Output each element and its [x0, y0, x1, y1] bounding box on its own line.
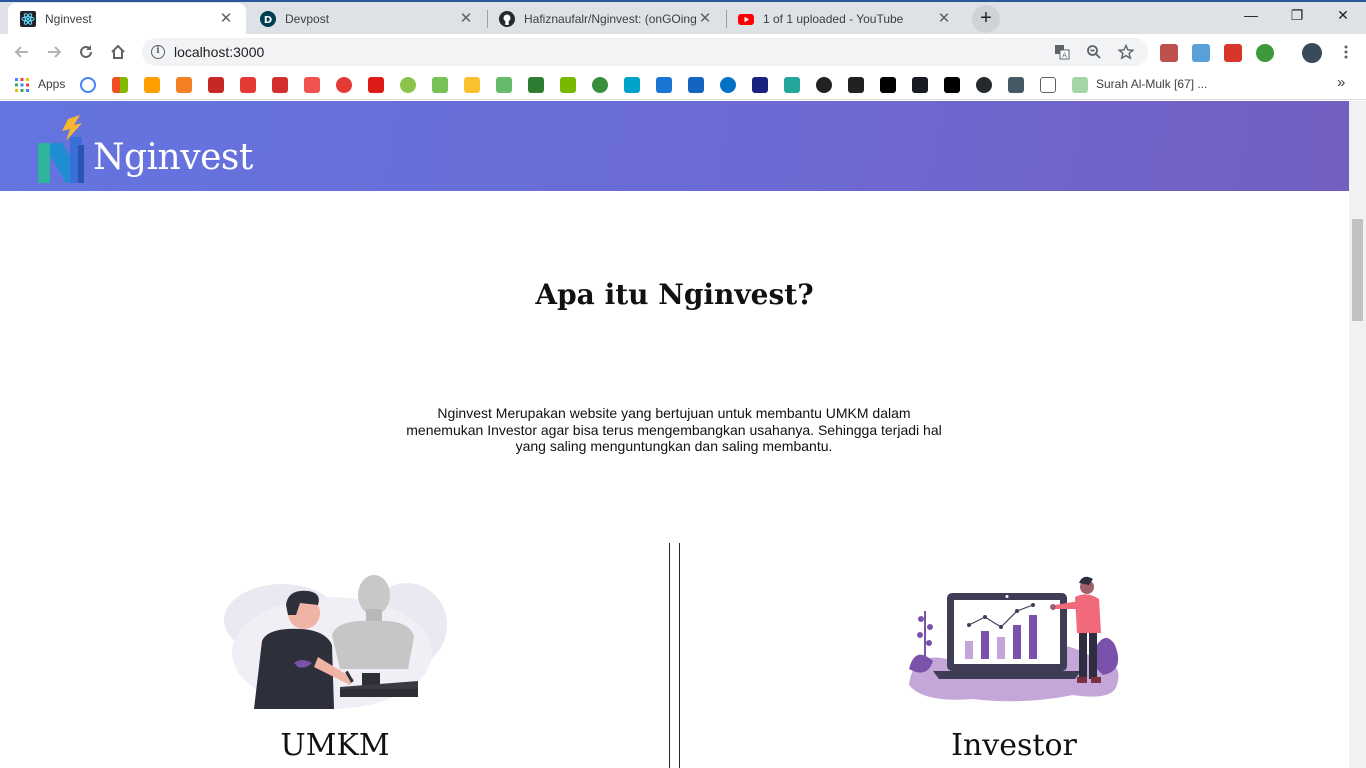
extension-icon[interactable] [1192, 44, 1210, 62]
react-icon [20, 10, 36, 27]
bookmarks-bar: Apps Surah Al-Mulk [67] ... » [0, 70, 1366, 100]
bookmark-icon[interactable] [496, 77, 512, 93]
bookmark-surah[interactable]: Surah Al-Mulk [67] ... [1096, 77, 1207, 91]
new-tab-button[interactable]: + [972, 5, 1000, 33]
bookmark-icon[interactable] [208, 77, 224, 93]
section-divider [679, 543, 680, 768]
tab-youtube[interactable]: 1 of 1 uploaded - YouTube ✕ [726, 3, 964, 34]
forward-button[interactable] [40, 38, 68, 66]
bookmark-icon[interactable] [784, 77, 800, 93]
bookmark-star-icon[interactable] [1118, 44, 1134, 60]
extension-icon[interactable] [1224, 44, 1242, 62]
investor-chart-illustration [909, 576, 1119, 702]
github-icon[interactable] [976, 77, 992, 93]
steam-icon[interactable] [912, 77, 928, 93]
devpost-icon: D [260, 10, 276, 27]
about-title: Apa itu Nginvest? [535, 278, 814, 311]
svg-text:D: D [264, 15, 272, 26]
bookmark-icon[interactable] [1072, 77, 1088, 93]
nginvest-logo-icon [38, 115, 84, 183]
tab-devpost[interactable]: D Devpost ✕ [248, 3, 486, 34]
section-divider [669, 543, 670, 768]
bookmark-icon[interactable] [944, 77, 960, 93]
jetbrains-icon[interactable] [880, 77, 896, 93]
page-viewport: Nginvest Apa itu Nginvest? Nginvest Meru… [0, 101, 1349, 768]
nvidia-icon[interactable] [560, 77, 576, 93]
home-button[interactable] [104, 38, 132, 66]
bookmark-icon[interactable] [528, 77, 544, 93]
section-umkm-label: UMKM [280, 728, 390, 763]
zoom-icon[interactable] [1086, 44, 1102, 60]
artist-sculpting-illustration [224, 575, 447, 709]
tab-title: Hafiznaufalr/Nginvest: (onGOing [524, 11, 697, 26]
tab-title: Nginvest [45, 11, 92, 26]
apps-grid-icon[interactable] [14, 77, 30, 93]
vertical-scrollbar[interactable] [1349, 101, 1366, 768]
bookmark-icon[interactable] [688, 77, 704, 93]
tab-title: 1 of 1 uploaded - YouTube [763, 11, 904, 26]
restore-button[interactable]: ❐ [1274, 0, 1320, 30]
extension-icon[interactable] [1256, 44, 1274, 62]
docs-icon[interactable] [656, 77, 672, 93]
header-banner: Nginvest [0, 101, 1349, 191]
arrow-left-icon [14, 46, 28, 58]
intel-icon[interactable] [720, 77, 736, 93]
youtube-icon [738, 11, 754, 27]
android-icon[interactable] [432, 77, 448, 93]
minimize-button[interactable]: — [1228, 0, 1274, 30]
bookmark-icon[interactable] [240, 77, 256, 93]
reload-button[interactable] [72, 38, 100, 66]
address-bar[interactable]: i localhost:3000 A [142, 38, 1148, 66]
bookmark-icon[interactable] [848, 77, 864, 93]
close-tab-icon[interactable]: ✕ [697, 10, 713, 27]
close-tab-icon[interactable]: ✕ [458, 10, 474, 27]
home-icon [111, 44, 125, 59]
stackoverflow-icon[interactable] [176, 77, 192, 93]
bookmark-icon[interactable] [400, 77, 416, 93]
bookmark-icon[interactable] [304, 77, 320, 93]
tab-strip: Nginvest ✕ D Devpost ✕ Hafiznaufalr/Ngin… [0, 0, 1366, 34]
bookmark-icon[interactable] [624, 77, 640, 93]
arrow-right-icon [48, 46, 62, 58]
section-investor-label: Investor [951, 728, 1077, 763]
profile-avatar[interactable] [1302, 43, 1322, 63]
bookmark-apps[interactable]: Apps [38, 77, 65, 91]
bookmarks-overflow-button[interactable]: » [1337, 74, 1345, 91]
page-icon[interactable] [1040, 77, 1056, 93]
close-window-button[interactable]: ✕ [1320, 0, 1366, 30]
brand-name: Nginvest [93, 137, 253, 178]
svg-text:A: A [1062, 52, 1067, 60]
google-icon[interactable] [80, 77, 96, 93]
more-vertical-icon [1344, 45, 1348, 59]
browser-toolbar: i localhost:3000 A [0, 34, 1366, 70]
close-tab-icon[interactable]: ✕ [218, 10, 234, 27]
close-tab-icon[interactable]: ✕ [936, 10, 952, 27]
bookmark-icon[interactable] [272, 77, 288, 93]
microsoft-icon[interactable] [112, 77, 128, 93]
github-icon [499, 10, 515, 27]
bookmark-icon[interactable] [464, 77, 480, 93]
bookmark-icon[interactable] [752, 77, 768, 93]
tab-title: Devpost [285, 11, 330, 26]
bookmark-icon[interactable] [1008, 77, 1024, 93]
site-info-icon[interactable]: i [151, 45, 165, 59]
bookmark-icon[interactable] [592, 77, 608, 93]
scrollbar-thumb[interactable] [1352, 219, 1363, 321]
reload-icon [80, 45, 92, 58]
translate-icon[interactable]: A [1054, 44, 1070, 60]
tab-nginvest[interactable]: Nginvest ✕ [8, 3, 246, 34]
back-button[interactable] [8, 38, 36, 66]
firebase-icon[interactable] [144, 77, 160, 93]
address-url: localhost:3000 [174, 44, 265, 60]
bookmark-icon[interactable] [816, 77, 832, 93]
about-description: Nginvest Merupakan website yang bertujua… [406, 405, 942, 454]
wifi-icon[interactable] [336, 77, 352, 93]
acrobat-extension-icon[interactable] [1160, 44, 1178, 62]
tab-github[interactable]: Hafiznaufalr/Nginvest: (onGOing ✕ [487, 3, 725, 34]
menu-button[interactable] [1332, 38, 1360, 66]
angular-icon[interactable] [368, 77, 384, 93]
